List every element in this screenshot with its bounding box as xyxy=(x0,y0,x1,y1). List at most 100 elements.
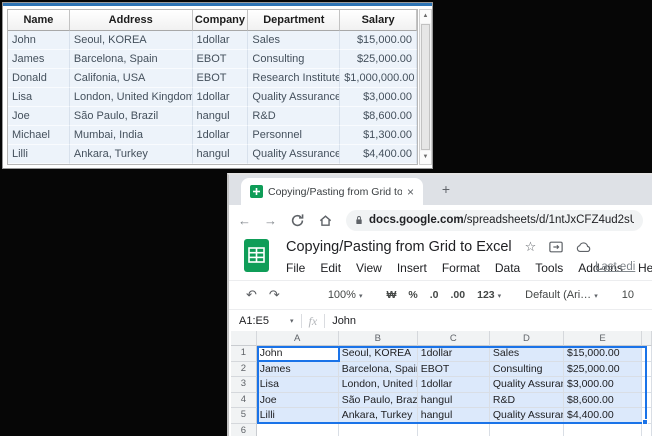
cell[interactable]: Califonia, USA xyxy=(70,69,193,88)
cell[interactable]: Donald xyxy=(8,69,70,88)
cell-b1[interactable]: Seoul, KOREA xyxy=(339,346,418,362)
cell-e2[interactable]: $25,000.00 xyxy=(564,362,642,378)
cell[interactable]: Sydney, NSW, Australia xyxy=(70,164,193,165)
undo-icon[interactable]: ↶ xyxy=(246,287,257,303)
name-box[interactable]: A1:E5 xyxy=(229,315,287,327)
row-header-4[interactable]: 4 xyxy=(231,393,257,409)
menu-help[interactable]: Help xyxy=(638,261,652,275)
reload-icon[interactable] xyxy=(290,213,305,228)
cell[interactable]: 1dollar xyxy=(193,126,249,145)
cell[interactable]: Ankara, Turkey xyxy=(70,145,193,164)
cell[interactable]: Quality Assurance xyxy=(248,88,340,107)
cell[interactable]: Michael xyxy=(8,126,70,145)
menu-data[interactable]: Data xyxy=(495,261,520,275)
tab-close-icon[interactable]: × xyxy=(407,185,414,199)
cell[interactable]: hangul xyxy=(193,107,249,126)
cell-c2[interactable]: EBOT xyxy=(418,362,490,378)
scroll-up-icon[interactable]: ▲ xyxy=(420,10,431,23)
menu-view[interactable]: View xyxy=(356,261,382,275)
cell[interactable]: $20,000.00 xyxy=(340,164,417,165)
cell[interactable]: 1dollar xyxy=(193,88,249,107)
cell-b5[interactable]: Ankara, Turkey xyxy=(339,408,418,424)
grid-corner[interactable] xyxy=(231,331,257,346)
cell-d2[interactable]: Consulting xyxy=(490,362,564,378)
column-header-company[interactable]: Company xyxy=(193,10,249,31)
cell-a5[interactable]: Lilli xyxy=(257,408,339,424)
cell[interactable]: Mumbai, India xyxy=(70,126,193,145)
menu-edit[interactable]: Edit xyxy=(320,261,341,275)
move-to-folder-icon[interactable] xyxy=(549,241,563,253)
row-header-5[interactable]: 5 xyxy=(231,408,257,424)
cell-b3[interactable]: London, United Kingdom xyxy=(339,377,418,393)
chevron-down-icon[interactable]: ▾ xyxy=(290,317,294,325)
cell-a2[interactable]: James xyxy=(257,362,339,378)
col-header-b[interactable]: B xyxy=(339,331,418,346)
row-header-1[interactable]: 1 xyxy=(231,346,257,362)
cell-e4[interactable]: $8,600.00 xyxy=(564,393,642,409)
zoom-select[interactable]: 100%▾ xyxy=(328,289,363,301)
column-header-address[interactable]: Address xyxy=(70,10,193,31)
cell-e1[interactable]: $15,000.00 xyxy=(564,346,642,362)
new-tab-button[interactable]: + xyxy=(437,181,455,197)
font-select[interactable]: Default (Ari…▾ xyxy=(525,289,598,301)
col-header-c[interactable]: C xyxy=(418,331,490,346)
formula-input[interactable]: John xyxy=(332,315,356,327)
star-icon[interactable]: ☆ xyxy=(525,239,537,255)
column-header-department[interactable]: Department xyxy=(248,10,340,31)
fill-handle[interactable] xyxy=(642,419,648,425)
cell[interactable]: Seoul, KOREA xyxy=(70,31,193,50)
row-header-2[interactable]: 2 xyxy=(231,362,257,378)
cell-a4[interactable]: Joe xyxy=(257,393,339,409)
col-header-d[interactable]: D xyxy=(490,331,564,346)
cell[interactable]: Joe xyxy=(8,107,70,126)
cell-c3[interactable]: 1dollar xyxy=(418,377,490,393)
cell[interactable]: $15,000.00 xyxy=(340,31,417,50)
cell[interactable]: London, United Kingdom xyxy=(70,88,193,107)
cell[interactable]: $4,400.00 xyxy=(340,145,417,164)
column-header-name[interactable]: Name xyxy=(8,10,70,31)
scrollbar-thumb[interactable] xyxy=(421,24,430,150)
cell-e3[interactable]: $3,000.00 xyxy=(564,377,642,393)
menu-tools[interactable]: Tools xyxy=(535,261,563,275)
cell[interactable]: R&D xyxy=(248,107,340,126)
cell[interactable]: Lilli xyxy=(8,145,70,164)
cell[interactable]: $25,000.00 xyxy=(340,50,417,69)
cell-e6[interactable] xyxy=(564,424,642,436)
increase-decimals-button[interactable]: .00 xyxy=(451,289,466,301)
vertical-scrollbar[interactable]: ▲ ▼ xyxy=(419,9,432,165)
cell-b2[interactable]: Barcelona, Spain xyxy=(339,362,418,378)
format-percent-button[interactable]: % xyxy=(408,289,417,301)
address-bar[interactable]: docs.google.com/spreadsheets/d/1ntJxCFZ4… xyxy=(346,210,643,231)
menu-insert[interactable]: Insert xyxy=(397,261,427,275)
cell[interactable]: John xyxy=(8,31,70,50)
cell[interactable]: Barcelona, Spain xyxy=(70,50,193,69)
forward-icon[interactable]: → xyxy=(264,213,277,228)
cell[interactable]: $3,000.00 xyxy=(340,88,417,107)
cell[interactable]: 1dollar xyxy=(193,31,249,50)
cell-c4[interactable]: hangul xyxy=(418,393,490,409)
cell-c6[interactable] xyxy=(418,424,490,436)
home-icon[interactable] xyxy=(318,213,333,228)
cell-b4[interactable]: São Paulo, Brazil xyxy=(339,393,418,409)
cell[interactable]: Sales xyxy=(248,164,340,165)
cell-d1[interactable]: Sales xyxy=(490,346,564,362)
menu-format[interactable]: Format xyxy=(442,261,480,275)
cell-d3[interactable]: Quality Assurance xyxy=(490,377,564,393)
cell-e5[interactable]: $4,400.00 xyxy=(564,408,642,424)
last-edit-link[interactable]: Last edi xyxy=(595,261,635,273)
column-header-salary[interactable]: Salary xyxy=(340,10,417,31)
cell-c1[interactable]: 1dollar xyxy=(418,346,490,362)
col-header-e[interactable]: E xyxy=(564,331,642,346)
back-icon[interactable]: ← xyxy=(238,213,251,228)
cell[interactable]: hangul xyxy=(193,145,249,164)
cell-a1[interactable]: John xyxy=(257,346,339,362)
document-title[interactable]: Copying/Pasting from Grid to Excel xyxy=(286,239,512,255)
row-header-3[interactable]: 3 xyxy=(231,377,257,393)
cell-d6[interactable] xyxy=(490,424,564,436)
cell[interactable]: Personnel xyxy=(248,126,340,145)
cell-c5[interactable]: hangul xyxy=(418,408,490,424)
redo-icon[interactable]: ↷ xyxy=(269,287,280,303)
col-header-a[interactable]: A xyxy=(257,331,339,346)
cell[interactable]: Lisa xyxy=(8,88,70,107)
row-header-6[interactable]: 6 xyxy=(231,424,257,436)
